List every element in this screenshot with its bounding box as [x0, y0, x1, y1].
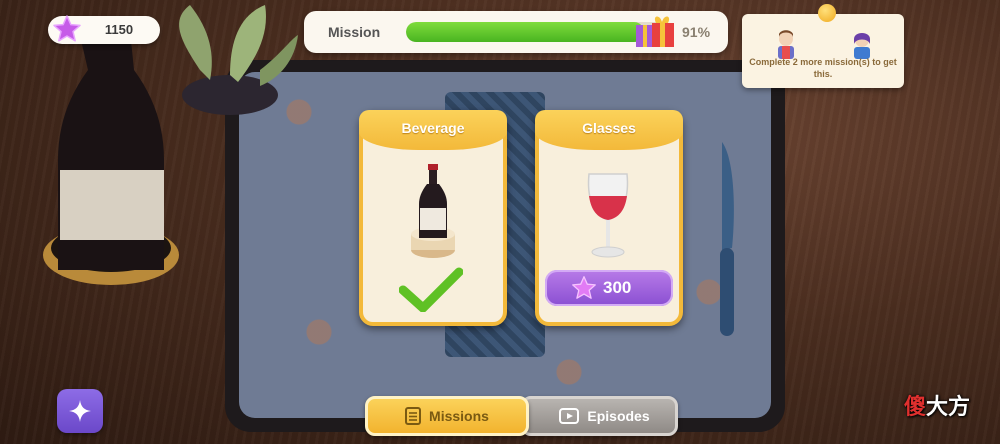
purchase-price-button[interactable]: 300	[545, 270, 673, 306]
gift-box-icon[interactable]	[634, 15, 676, 49]
price-value: 300	[603, 278, 632, 297]
bottom-tabs: Episodes Missions	[365, 396, 678, 436]
wine-glass-icon	[587, 173, 629, 258]
currency-value: 1150	[104, 22, 134, 37]
card-title: Glasses	[582, 120, 636, 136]
knife-icon	[720, 142, 734, 336]
progress-track	[406, 22, 668, 42]
wine-bottle-icon	[411, 164, 455, 258]
purple-star-icon	[572, 276, 596, 299]
play-video-icon	[559, 408, 580, 424]
watermark: 傻大方	[904, 389, 970, 421]
watermark-rest: 大方	[926, 395, 971, 420]
progress-fill	[406, 22, 645, 42]
card-title: Beverage	[401, 120, 465, 136]
mission-progress-bar[interactable]: Mission 91%	[304, 11, 728, 53]
sparkle-icon	[69, 400, 91, 422]
sparkle-button[interactable]	[57, 389, 103, 433]
list-icon	[405, 407, 422, 425]
reward-preview-panel[interactable]: Complete 2 more mission(s) to get this.	[742, 14, 904, 88]
pin-icon	[818, 4, 836, 22]
purple-star-icon	[53, 15, 81, 42]
tab-missions[interactable]: Missions	[365, 396, 529, 436]
progress-percent: 91%	[682, 24, 711, 40]
mission-card-glasses[interactable]: Glasses 300	[535, 110, 683, 326]
tab-missions-label: Missions	[429, 408, 489, 424]
watermark-first-char: 傻	[904, 395, 927, 420]
currency-counter: 1150	[48, 15, 160, 44]
tab-episodes-label: Episodes	[587, 408, 650, 424]
checkmark-icon	[399, 267, 463, 312]
mission-card-beverage[interactable]: Beverage	[359, 110, 507, 326]
tab-episodes[interactable]: Episodes	[521, 396, 678, 436]
reward-hint-text: Complete 2 more mission(s) to get this.	[749, 57, 897, 79]
mission-label: Mission	[328, 24, 381, 40]
plant-decor	[179, 5, 298, 115]
